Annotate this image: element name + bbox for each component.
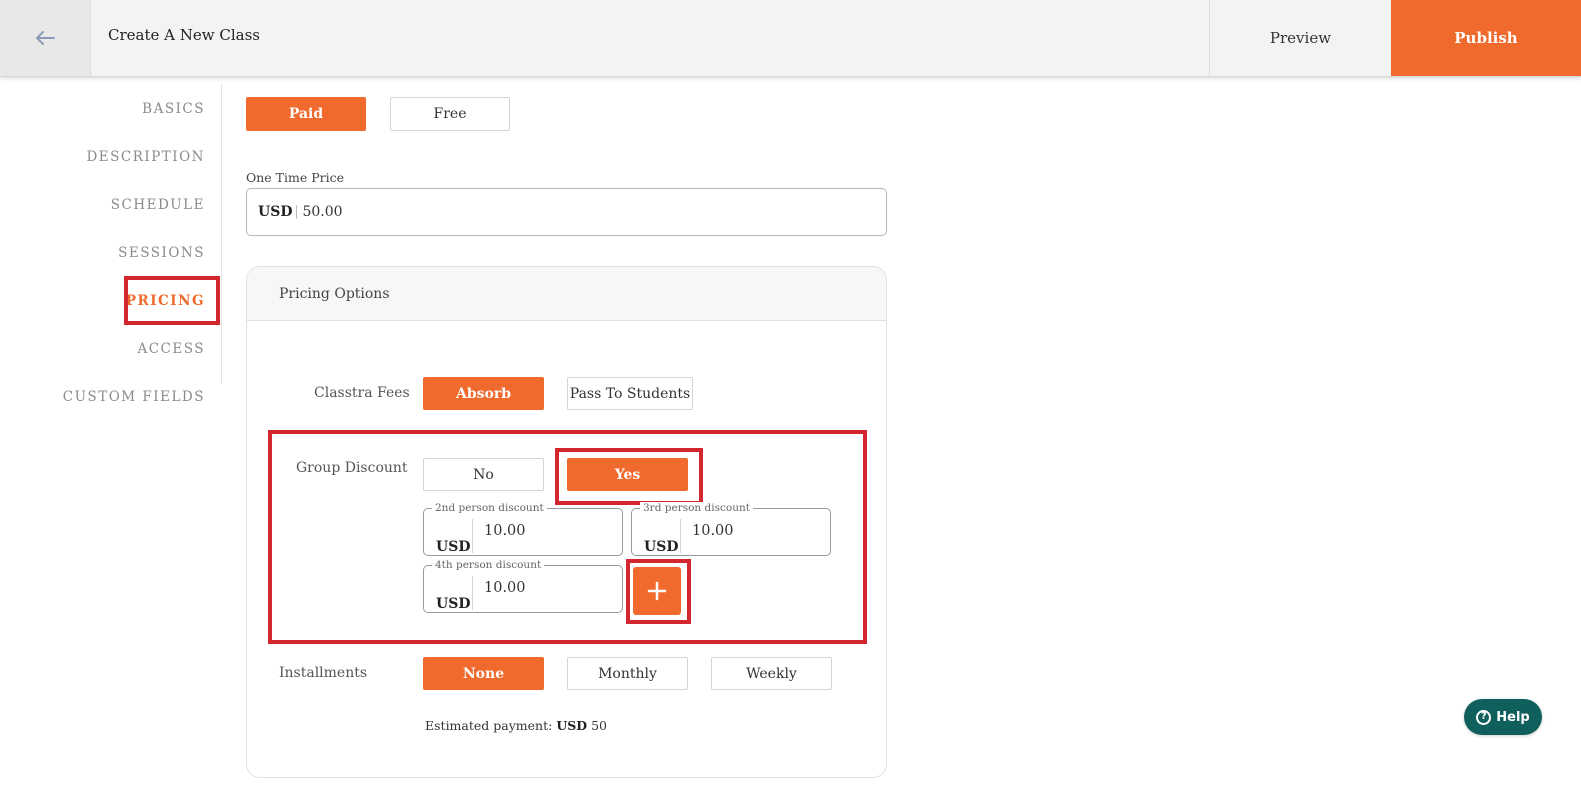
top-bar: Create A New Class Preview Publish [0,0,1581,77]
discount-value: 10.00 [484,580,526,596]
arrow-left-icon [36,31,55,45]
one-time-price-label: One Time Price [246,170,345,185]
sidebar-item-pricing[interactable]: PRICING [126,293,205,309]
discount-currency: USD [644,539,679,555]
help-label: Help [1496,709,1530,725]
fourth-person-discount-field[interactable]: 4th person discount USD 10.00 [423,559,623,613]
second-person-discount-field[interactable]: 2nd person discount USD 10.00 [423,502,623,556]
discount-legend: 3rd person discount [640,502,753,514]
publish-button[interactable]: Publish [1391,0,1581,76]
sidebar-nav: BASICS DESCRIPTION SCHEDULE SESSIONS PRI… [0,84,222,405]
back-button[interactable] [0,0,91,76]
sidebar-item-description[interactable]: DESCRIPTION [86,149,205,165]
installments-label: Installments [279,665,368,681]
installments-weekly-button[interactable]: Weekly [711,657,832,690]
estimated-payment-prefix: Estimated payment: [425,718,553,733]
page-title: Create A New Class [108,26,260,44]
discount-legend: 4th person discount [432,559,545,571]
discount-value: 10.00 [692,523,734,539]
third-person-discount-field[interactable]: 3rd person discount USD 10.00 [631,502,831,556]
discount-separator [680,519,681,553]
pass-to-students-button[interactable]: Pass To Students [567,377,693,410]
pricing-options-header: Pricing Options [247,267,886,321]
free-button[interactable]: Free [390,97,510,131]
sidebar-item-custom-fields[interactable]: CUSTOM FIELDS [63,389,205,405]
group-discount-yes-button[interactable]: Yes [567,458,688,491]
currency-label: USD [258,205,298,219]
discount-legend: 2nd person discount [432,502,547,514]
add-discount-button[interactable] [633,567,681,615]
help-button[interactable]: ? Help [1464,699,1542,735]
sidebar-item-access[interactable]: ACCESS [137,341,205,357]
installments-none-button[interactable]: None [423,657,544,690]
paid-button[interactable]: Paid [246,97,366,131]
estimated-payment-amount: 50 [591,718,607,733]
group-discount-no-button[interactable]: No [423,458,544,491]
estimated-payment-currency: USD [556,718,588,733]
plus-icon [647,581,667,601]
discount-separator [472,576,473,610]
question-circle-icon: ? [1476,709,1492,725]
sidebar-item-schedule[interactable]: SCHEDULE [111,197,205,213]
discount-currency: USD [436,596,471,612]
discount-separator [472,519,473,553]
estimated-payment: Estimated payment: USD 50 [425,718,607,733]
one-time-price-input[interactable]: USD 50.00 [246,188,887,236]
pricing-options-title: Pricing Options [279,286,390,302]
sidebar-item-sessions[interactable]: SESSIONS [118,245,205,261]
installments-monthly-button[interactable]: Monthly [567,657,688,690]
absorb-button[interactable]: Absorb [423,377,544,410]
classtra-fees-label: Classtra Fees [314,385,410,401]
discount-currency: USD [436,539,471,555]
price-value: 50.00 [302,204,343,220]
group-discount-label: Group Discount [296,460,408,476]
preview-button[interactable]: Preview [1209,0,1391,76]
sidebar-item-basics[interactable]: BASICS [142,101,205,117]
discount-value: 10.00 [484,523,526,539]
